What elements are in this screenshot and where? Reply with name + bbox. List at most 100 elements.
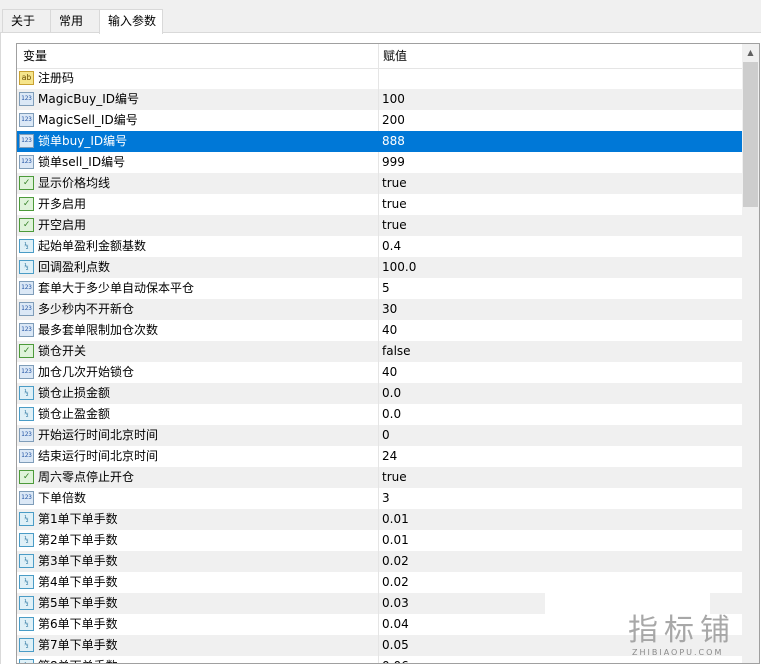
parameter-value[interactable]: 30: [382, 299, 397, 320]
int-type-icon: 123: [19, 92, 34, 106]
parameter-value[interactable]: 3: [382, 488, 390, 509]
parameter-row[interactable]: ✓ 显示价格均线 true: [17, 173, 742, 194]
parameter-value[interactable]: 0.04: [382, 614, 409, 635]
parameter-row[interactable]: 123 锁单buy_ID编号 888: [17, 131, 742, 152]
parameter-name: 第3单下单手数: [38, 554, 118, 568]
cell-divider: [378, 278, 379, 299]
parameter-name: 第6单下单手数: [38, 617, 118, 631]
double-type-icon: ½: [19, 659, 34, 663]
parameter-value[interactable]: 100: [382, 89, 405, 110]
vertical-scrollbar[interactable]: ▲: [742, 44, 759, 663]
parameter-value[interactable]: true: [382, 173, 407, 194]
parameter-row[interactable]: 123 多少秒内不开新仓 30: [17, 299, 742, 320]
parameter-value[interactable]: 40: [382, 362, 397, 383]
watermark: 指标铺 ZHIBIAOPU.COM: [628, 614, 758, 662]
double-type-icon: ½: [19, 407, 34, 421]
grid-header: 变量 赋值: [17, 44, 742, 69]
parameter-name: 最多套单限制加仓次数: [38, 323, 159, 337]
scroll-up-icon[interactable]: ▲: [742, 44, 759, 61]
parameter-name: 第8单下单手数: [38, 656, 118, 663]
parameter-name: 第4单下单手数: [38, 575, 118, 589]
parameter-value[interactable]: 888: [382, 131, 405, 152]
cell-divider: [378, 173, 379, 194]
parameter-value[interactable]: 0.05: [382, 635, 409, 656]
parameter-value[interactable]: 0.03: [382, 593, 409, 614]
parameter-row[interactable]: 123 最多套单限制加仓次数 40: [17, 320, 742, 341]
tab-common[interactable]: 常用: [50, 9, 100, 32]
parameter-row[interactable]: 123 MagicSell_ID编号 200: [17, 110, 742, 131]
bool-type-icon: ✓: [19, 176, 34, 190]
cell-divider: [378, 341, 379, 362]
parameter-name: 锁单buy_ID编号: [38, 134, 128, 148]
parameter-row[interactable]: 123 加仓几次开始锁仓 40: [17, 362, 742, 383]
cell-divider: [378, 572, 379, 593]
parameter-row[interactable]: ½ 第2单下单手数 0.01: [17, 530, 742, 551]
cell-divider: [378, 299, 379, 320]
column-header-value[interactable]: 赋值: [383, 44, 407, 68]
tab-bar: 关于 常用 输入参数: [0, 0, 761, 34]
parameter-row[interactable]: ✓ 开空启用 true: [17, 215, 742, 236]
parameter-value[interactable]: 0.0: [382, 383, 401, 404]
parameter-value[interactable]: true: [382, 215, 407, 236]
parameter-name: 锁仓开关: [38, 344, 87, 358]
parameter-row[interactable]: ✓ 锁仓开关 false: [17, 341, 742, 362]
parameter-name: 第5单下单手数: [38, 596, 118, 610]
parameter-value[interactable]: 0.02: [382, 551, 409, 572]
parameter-value[interactable]: 999: [382, 152, 405, 173]
parameter-value[interactable]: true: [382, 194, 407, 215]
double-type-icon: ½: [19, 638, 34, 652]
int-type-icon: 123: [19, 323, 34, 337]
tab-about[interactable]: 关于: [2, 9, 51, 32]
cell-divider: [378, 152, 379, 173]
parameter-row[interactable]: ½ 起始单盈利金额基数 0.4: [17, 236, 742, 257]
parameter-row[interactable]: 123 下单倍数 3: [17, 488, 742, 509]
tab-input-params[interactable]: 输入参数: [99, 9, 163, 34]
parameter-value[interactable]: 0.01: [382, 530, 409, 551]
cell-divider: [378, 467, 379, 488]
parameter-row[interactable]: 123 开始运行时间北京时间 0: [17, 425, 742, 446]
parameter-row[interactable]: ½ 锁仓止盈金额 0.0: [17, 404, 742, 425]
parameters-grid: 变量 赋值 ab 注册码 123 MagicBuy_ID编号 100 123 MagicSe…: [16, 43, 760, 664]
parameter-row[interactable]: ab 注册码: [17, 68, 742, 89]
int-type-icon: 123: [19, 134, 34, 148]
parameter-row[interactable]: 123 MagicBuy_ID编号 100: [17, 89, 742, 110]
cell-divider: [378, 614, 379, 635]
parameter-row[interactable]: ½ 回调盈利点数 100.0: [17, 257, 742, 278]
parameter-value[interactable]: 5: [382, 278, 390, 299]
parameter-row[interactable]: ½ 第1单下单手数 0.01: [17, 509, 742, 530]
parameter-row[interactable]: 123 结束运行时间北京时间 24: [17, 446, 742, 467]
double-type-icon: ½: [19, 617, 34, 631]
cell-divider: [378, 383, 379, 404]
parameter-value[interactable]: 0.0: [382, 404, 401, 425]
parameter-row[interactable]: ½ 锁仓止损金额 0.0: [17, 383, 742, 404]
parameter-row[interactable]: 123 锁单sell_ID编号 999: [17, 152, 742, 173]
parameter-row[interactable]: ✓ 开多启用 true: [17, 194, 742, 215]
column-divider[interactable]: [378, 44, 379, 68]
parameter-name: MagicBuy_ID编号: [38, 92, 139, 106]
column-header-variable[interactable]: 变量: [23, 44, 47, 68]
parameter-value[interactable]: false: [382, 341, 411, 362]
parameter-value[interactable]: 200: [382, 110, 405, 131]
cell-divider: [378, 257, 379, 278]
parameter-value[interactable]: 0.06: [382, 656, 409, 663]
parameter-value[interactable]: 100.0: [382, 257, 416, 278]
cell-divider: [378, 320, 379, 341]
parameter-value[interactable]: 0.4: [382, 236, 401, 257]
parameter-value[interactable]: true: [382, 467, 407, 488]
cell-divider: [378, 362, 379, 383]
parameter-value[interactable]: 0.02: [382, 572, 409, 593]
double-type-icon: ½: [19, 533, 34, 547]
parameter-row[interactable]: ½ 第3单下单手数 0.02: [17, 551, 742, 572]
parameter-row[interactable]: ✓ 周六零点停止开仓 true: [17, 467, 742, 488]
parameter-value[interactable]: 0.01: [382, 509, 409, 530]
parameter-row[interactable]: ½ 第4单下单手数 0.02: [17, 572, 742, 593]
parameter-value[interactable]: 0: [382, 425, 390, 446]
int-type-icon: 123: [19, 113, 34, 127]
watermark-text: 指标铺: [628, 613, 736, 648]
parameter-value[interactable]: 40: [382, 320, 397, 341]
bool-type-icon: ✓: [19, 197, 34, 211]
parameter-row[interactable]: 123 套单大于多少单自动保本平仓 5: [17, 278, 742, 299]
parameter-value[interactable]: 24: [382, 446, 397, 467]
scroll-thumb[interactable]: [743, 62, 758, 207]
cell-divider: [378, 446, 379, 467]
